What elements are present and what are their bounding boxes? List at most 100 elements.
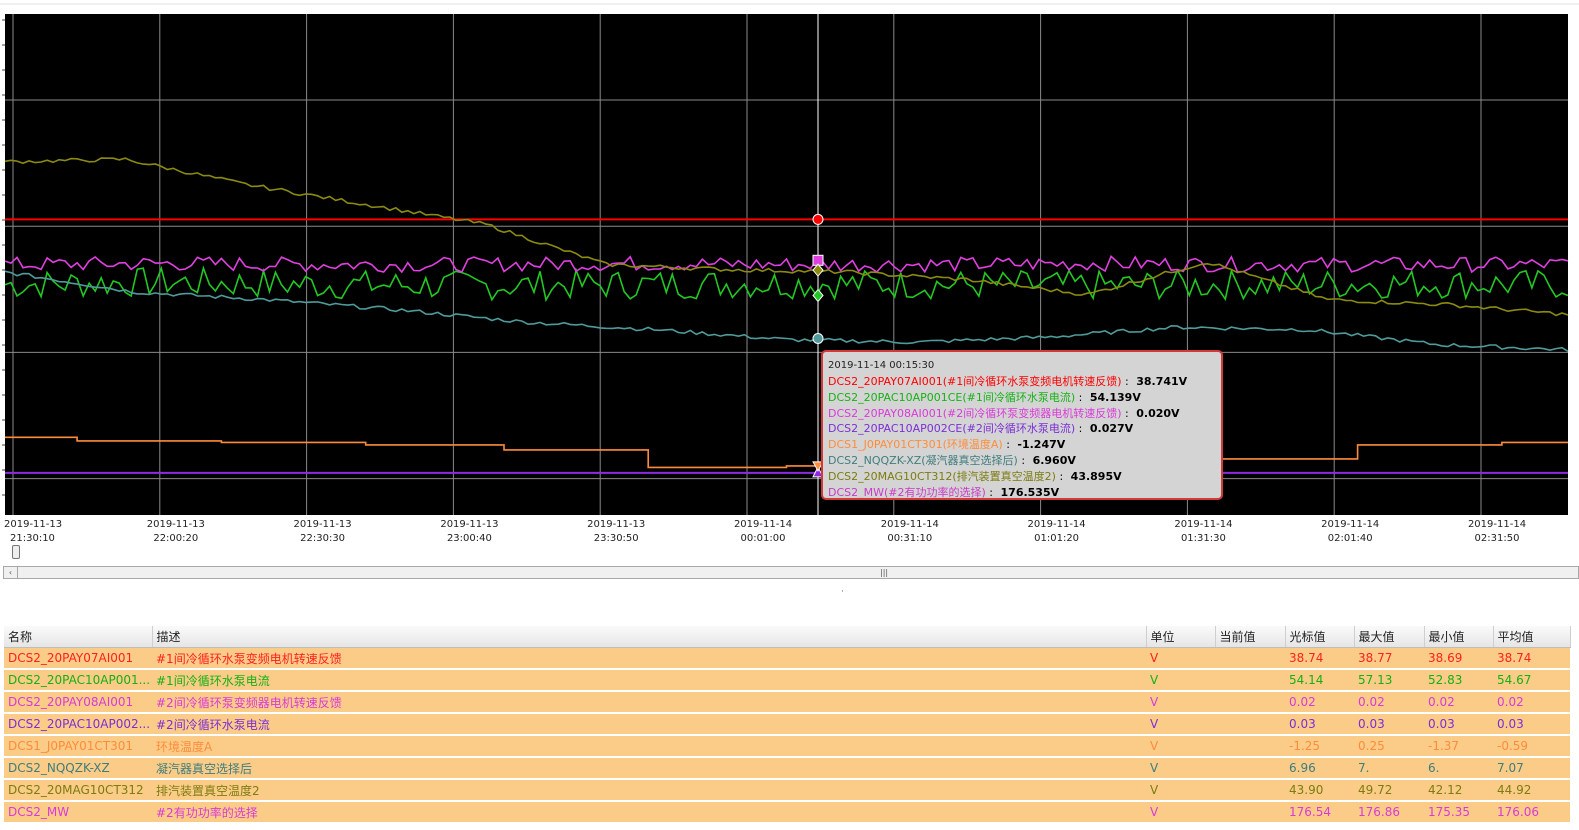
table-cell: 7. xyxy=(1354,757,1424,780)
table-row[interactable]: DCS2_20MAG10CT312 排汽装置真空温度2 V 43.90 49.72 42.… xyxy=(4,779,1570,802)
column-header[interactable]: 单位 xyxy=(1146,626,1216,648)
table-cell: 0.03 xyxy=(1354,713,1424,736)
table-row[interactable]: DCS2_MW #2有功功率的选择 V 176.54 176.86 175.35 176.0… xyxy=(4,801,1570,824)
table-cell: V xyxy=(1146,713,1215,736)
table-row[interactable]: DCS2_20PAY07AI001 #1间冷循环水泵变频电机转速反馈 V 38.74 3… xyxy=(4,647,1570,670)
tooltip-rows: DCS2_20PAY07AI001(#1间冷循环水泵变频电机转速反馈) : 38… xyxy=(828,374,1221,499)
tooltip-row-desc: (#2间冷循环泵变频器电机转速反馈) xyxy=(942,406,1122,420)
table-cell xyxy=(1215,801,1285,824)
table-row[interactable]: DCS2_20PAY08AI001 #2间冷循环泵变频器电机转速反馈 V 0.02 0.… xyxy=(4,691,1570,714)
table-cell: 176.86 xyxy=(1354,801,1424,824)
cursor-tooltip: 2019-11-14 00:15:30 DCS2_20PAY07AI001(#1… xyxy=(821,350,1223,500)
x-tick-time: 22:00:20 xyxy=(153,533,198,544)
table-cell: DCS2_20PAY08AI001 xyxy=(4,691,152,714)
x-tick-date: 2019-11-13 xyxy=(4,519,62,530)
trend-chart[interactable]: 2019-11-13 21:30:10 2019-11-13 22:00:20 2019… xyxy=(0,0,1579,597)
table-cell: DCS2_20PAC10AP001... xyxy=(4,669,152,692)
tooltip-row: DCS2_NQQZK-XZ(凝汽器真空选择后) : 6.960V xyxy=(828,453,1221,469)
table-cell xyxy=(1215,779,1285,802)
table-row[interactable]: DCS2_20PAC10AP001... #1间冷循环水泵电流 V 54.14 57.1… xyxy=(4,669,1570,692)
x-tick-date: 2019-11-13 xyxy=(294,519,352,530)
tooltip-row-name: DCS2_20PAC10AP002CE xyxy=(828,422,963,436)
table-row[interactable]: DCS1_J0PAY01CT301 环境温度A V -1.25 0.25 -1.37 -0.… xyxy=(4,735,1570,758)
table-cell: 38.69 xyxy=(1424,647,1493,670)
table-cell: DCS1_J0PAY01CT301 xyxy=(4,735,152,758)
table-cell xyxy=(1215,713,1285,736)
tooltip-row-sep: : xyxy=(1055,469,1067,483)
tooltip-row-name: DCS1_J0PAY01CT301 xyxy=(828,438,943,452)
trend-chart-svg[interactable]: 2019-11-13 21:30:10 2019-11-13 22:00:20 2019… xyxy=(0,0,1579,560)
tooltip-row-value: 43.895V xyxy=(1070,469,1122,483)
tooltip-row-name: DCS2_20PAY07AI001 xyxy=(828,375,943,388)
table-cell: 38.74 xyxy=(1285,647,1354,670)
tooltip-row: DCS2_MW(#2有功功率的选择) : 176.535V xyxy=(828,485,1221,499)
x-tick-date: 2019-11-14 xyxy=(1321,519,1379,530)
table-cell: 44.92 xyxy=(1493,779,1570,802)
table-cell: 43.90 xyxy=(1285,779,1354,802)
tooltip-row-value: 176.535V xyxy=(1000,485,1060,499)
column-header[interactable]: 名称 xyxy=(4,626,153,648)
table-cell: 7.07 xyxy=(1493,757,1570,780)
column-header[interactable]: 描述 xyxy=(152,626,1147,648)
tooltip-row-value: -1.247V xyxy=(1017,438,1066,452)
tooltip-row-value: 6.960V xyxy=(1032,453,1076,467)
tooltip-row: DCS2_20PAY08AI001(#2间冷循环泵变频器电机转速反馈) : 0.… xyxy=(828,406,1221,422)
table-cell: 0.02 xyxy=(1354,691,1424,714)
tooltip-row-name: DCS2_20MAG10CT312 xyxy=(828,469,953,483)
x-tick-date: 2019-11-14 xyxy=(881,519,939,530)
tooltip-row-name: DCS2_MW xyxy=(828,485,884,499)
table-cell: 49.72 xyxy=(1354,779,1424,802)
x-tick-time: 23:00:40 xyxy=(447,533,492,544)
x-tick-time: 00:31:10 xyxy=(887,533,932,544)
table-cell: 0.02 xyxy=(1493,691,1570,714)
table-row[interactable]: DCS2_20PAC10AP002... #2间冷循环水泵电流 V 0.03 0.03 0… xyxy=(4,713,1570,736)
tooltip-time: 2019-11-14 00:15:30 xyxy=(828,360,935,371)
tooltip-row-value: 54.139V xyxy=(1089,390,1141,404)
table-cell: 57.13 xyxy=(1354,669,1424,692)
tooltip-row-desc: (#1间冷循环水泵电流) xyxy=(962,390,1076,404)
panel-splitter[interactable]: · xyxy=(841,587,844,597)
column-header[interactable]: 最大值 xyxy=(1354,626,1425,648)
tooltip-row-sep: : xyxy=(1075,390,1086,404)
table-cell: #2间冷循环泵变频器电机转速反馈 xyxy=(152,691,1146,714)
scroll-left-arrow-icon[interactable]: ‹ xyxy=(4,567,18,578)
table-cell: 38.77 xyxy=(1354,647,1424,670)
scrollbar-grip-icon[interactable]: ||| xyxy=(880,567,888,578)
time-slider-handle[interactable] xyxy=(12,545,20,559)
tooltip-row-value: 38.741V xyxy=(1136,375,1188,388)
table-cell: 凝汽器真空选择后 xyxy=(152,757,1146,780)
table-cell: 52.83 xyxy=(1424,669,1493,692)
x-tick-time: 21:30:10 xyxy=(10,533,55,544)
table-row[interactable]: DCS2_NQQZK-XZ 凝汽器真空选择后 V 6.96 7. 6. 7.07 xyxy=(4,757,1570,780)
column-header[interactable]: 平均值 xyxy=(1493,626,1571,648)
tooltip-row-desc: (凝汽器真空选择后) xyxy=(921,453,1018,467)
tooltip-row-sep: : xyxy=(985,485,997,499)
x-tick-date: 2019-11-14 xyxy=(1468,519,1526,530)
table-body: DCS2_20PAY07AI001 #1间冷循环水泵变频电机转速反馈 V 38.74 3… xyxy=(4,647,1570,824)
table-cell: 6. xyxy=(1424,757,1493,780)
tooltip-row: DCS2_20PAY07AI001(#1间冷循环水泵变频电机转速反馈) : 38… xyxy=(828,374,1221,390)
column-header[interactable]: 最小值 xyxy=(1424,626,1494,648)
x-tick-time: 02:31:50 xyxy=(1475,533,1520,544)
table-cell: #1间冷循环水泵变频电机转速反馈 xyxy=(152,647,1146,670)
tooltip-row: DCS1_J0PAY01CT301(环境温度A) : -1.247V xyxy=(828,437,1221,453)
table-cell: -1.37 xyxy=(1424,735,1493,758)
table-cell: 176.54 xyxy=(1285,801,1354,824)
table-cell: V xyxy=(1146,757,1215,780)
tooltip-row-name: DCS2_20PAY08AI001 xyxy=(828,406,943,420)
tooltip-row-desc: (#1间冷循环水泵变频电机转速反馈) xyxy=(942,375,1122,388)
table-cell: DCS2_NQQZK-XZ xyxy=(4,757,152,780)
table-cell: 175.35 xyxy=(1424,801,1493,824)
table-cell: -0.59 xyxy=(1493,735,1570,758)
table-cell: V xyxy=(1146,801,1215,824)
cursor-marker-dcs2_nqqzk-xz xyxy=(812,333,824,345)
tooltip-row-desc: (#2间冷循环水泵电流) xyxy=(962,422,1076,436)
x-tick-date: 2019-11-13 xyxy=(440,519,498,530)
table-cell: #2间冷循环水泵电流 xyxy=(152,713,1146,736)
x-tick-date: 2019-11-13 xyxy=(587,519,645,530)
table-cell xyxy=(1215,735,1285,758)
x-tick-time: 22:30:30 xyxy=(300,533,345,544)
column-header[interactable]: 当前值 xyxy=(1215,626,1286,648)
column-header[interactable]: 光标值 xyxy=(1285,626,1355,648)
horizontal-scrollbar[interactable]: ‹ ||| xyxy=(3,566,1579,579)
